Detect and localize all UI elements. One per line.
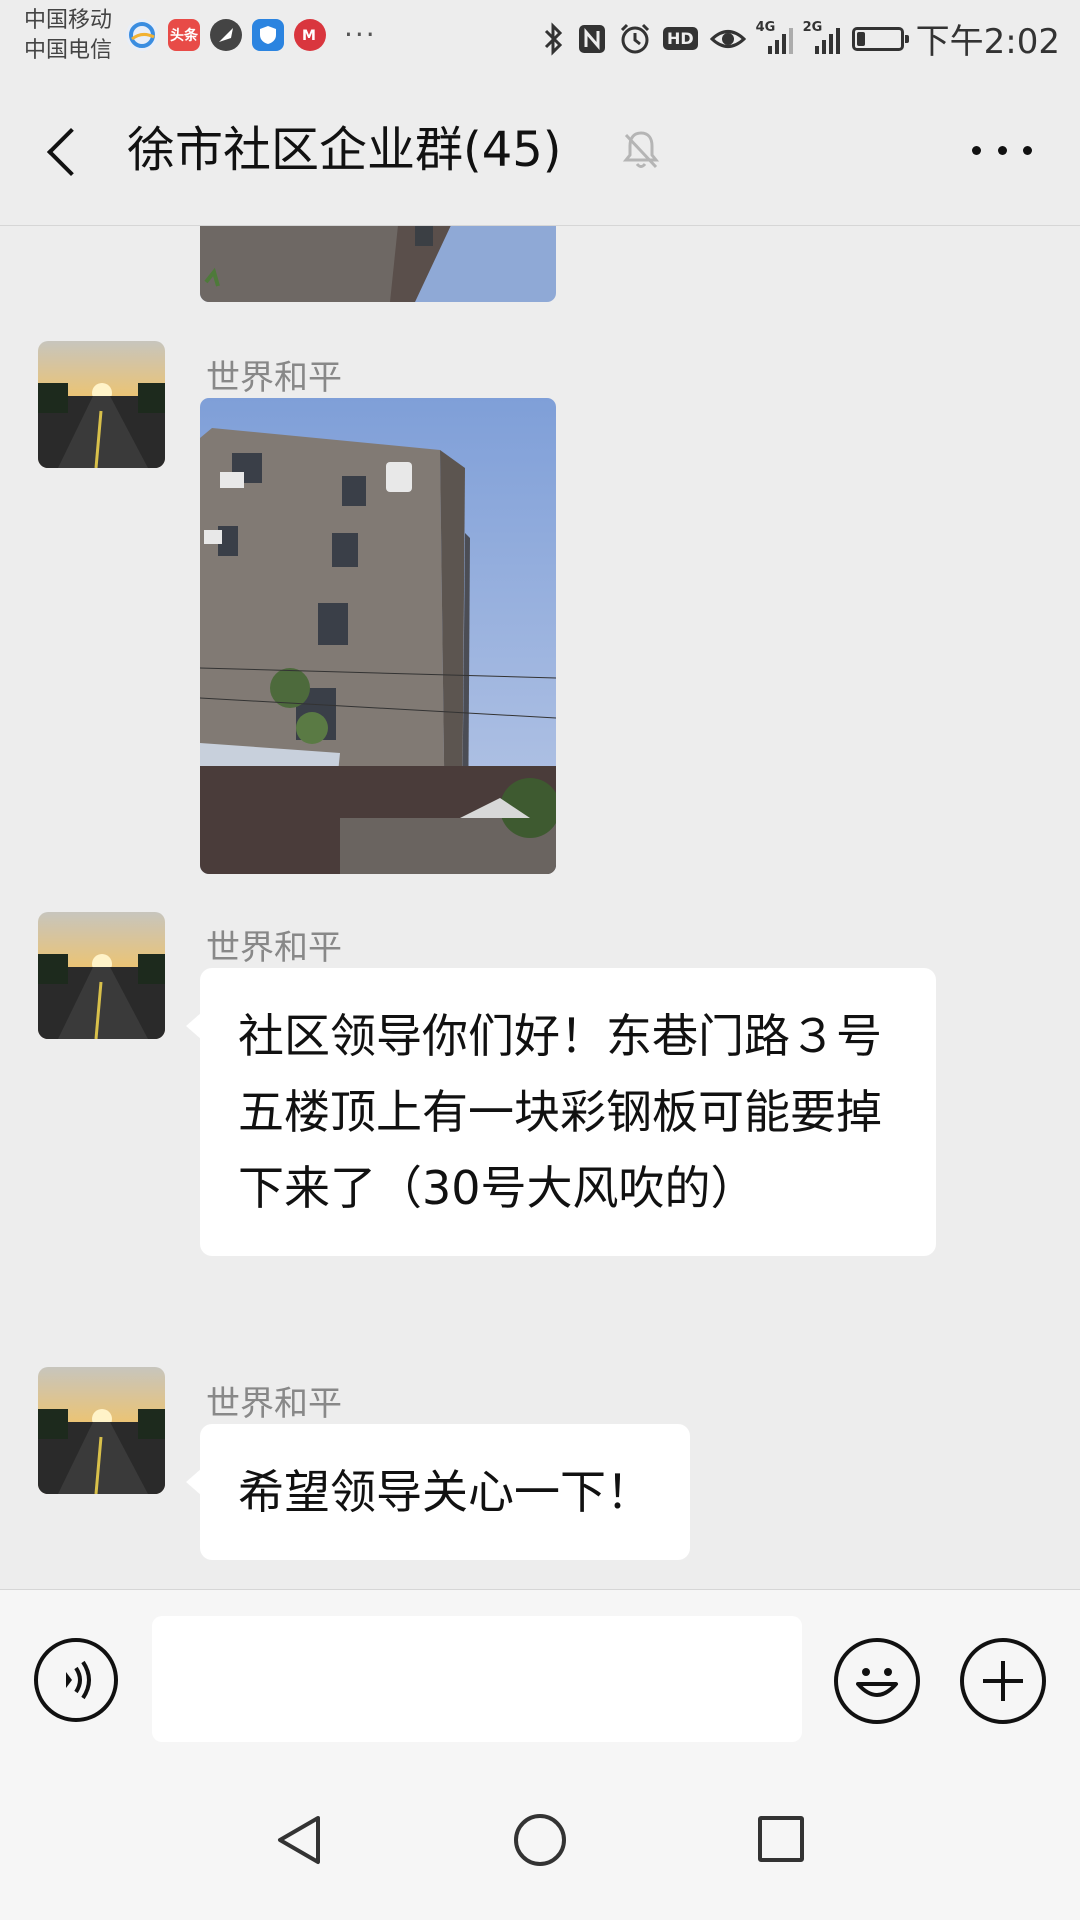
- voice-input-button[interactable]: [34, 1638, 118, 1722]
- more-functions-button[interactable]: [960, 1638, 1046, 1724]
- nav-back-icon[interactable]: [272, 1812, 328, 1868]
- nav-recents-icon[interactable]: [758, 1816, 804, 1862]
- avatar[interactable]: [38, 1367, 165, 1494]
- text-message-bubble[interactable]: 希望领导关心一下！: [186, 1424, 690, 1560]
- signal-2g-icon: 2G: [803, 20, 840, 54]
- feather-notification-icon: [210, 18, 242, 51]
- avatar[interactable]: [38, 912, 165, 1039]
- voice-icon: [66, 1660, 91, 1700]
- back-arrow-icon[interactable]: [42, 123, 84, 183]
- avatar[interactable]: [38, 341, 165, 468]
- carrier-1: 中国移动: [24, 8, 113, 33]
- alarm-icon: [620, 23, 650, 53]
- image-message[interactable]: [200, 398, 556, 874]
- muted-bell-icon: [622, 131, 660, 169]
- chat-title: 徐市社区企业群(45): [127, 122, 562, 178]
- notification-icons: 头条 M ···: [126, 18, 377, 51]
- image-message-partial[interactable]: [200, 226, 556, 302]
- toutiao-notification-icon: 头条: [168, 18, 200, 51]
- chat-header: 徐市社区企业群(45): [0, 75, 1080, 226]
- status-bar: 中国移动 中国电信 头条 M ··· HD 4G 2G 下午2:02: [0, 0, 1080, 75]
- nfc-icon: [578, 24, 605, 53]
- clock: 下午2:02: [915, 22, 1060, 62]
- input-bar: [0, 1589, 1080, 1763]
- sender-name: 世界和平: [206, 1384, 342, 1424]
- shield-notification-icon: [252, 18, 284, 51]
- message-input[interactable]: [152, 1616, 802, 1742]
- more-notifications-icon: ···: [344, 18, 377, 51]
- battery-icon: [851, 26, 909, 51]
- dot-icon: [972, 145, 981, 155]
- carrier-info: 中国移动 中国电信: [24, 6, 112, 66]
- smiley-icon: [856, 1668, 898, 1697]
- dot-icon: [997, 145, 1007, 155]
- toutiao-label: 头条: [170, 27, 198, 44]
- status-icons: HD 4G 2G 下午2:02: [543, 14, 1060, 63]
- hd-icon: HD: [662, 27, 698, 50]
- svg-text:M: M: [302, 28, 316, 44]
- bank-notification-icon: M: [294, 18, 326, 51]
- signal-4g-icon: 4G: [756, 20, 793, 54]
- nav-home-icon[interactable]: [514, 1814, 566, 1866]
- net-2g-label: 2G: [802, 19, 823, 35]
- sender-name: 世界和平: [206, 928, 342, 968]
- emoji-button[interactable]: [834, 1638, 920, 1724]
- system-navigation-bar: [0, 1762, 1080, 1920]
- net-4g-label: 4G: [755, 19, 776, 35]
- more-options-button[interactable]: [972, 131, 1032, 169]
- eye-comfort-icon: [709, 29, 746, 48]
- bluetooth-icon: [544, 21, 563, 56]
- carrier-2: 中国电信: [24, 38, 113, 63]
- dot-icon: [1023, 145, 1032, 155]
- browser-notification-icon: [126, 18, 158, 51]
- text-message-bubble[interactable]: 社区领导你们好！东巷门路３号五楼顶上有一块彩钢板可能要掉下来了（30号大风吹的）: [186, 968, 936, 1256]
- sender-name: 世界和平: [206, 358, 342, 398]
- message-list[interactable]: 世界和平 世界和平 社区领导你们好！东巷门路３号五楼顶上有一块彩钢板可能要掉下来…: [0, 226, 1080, 1590]
